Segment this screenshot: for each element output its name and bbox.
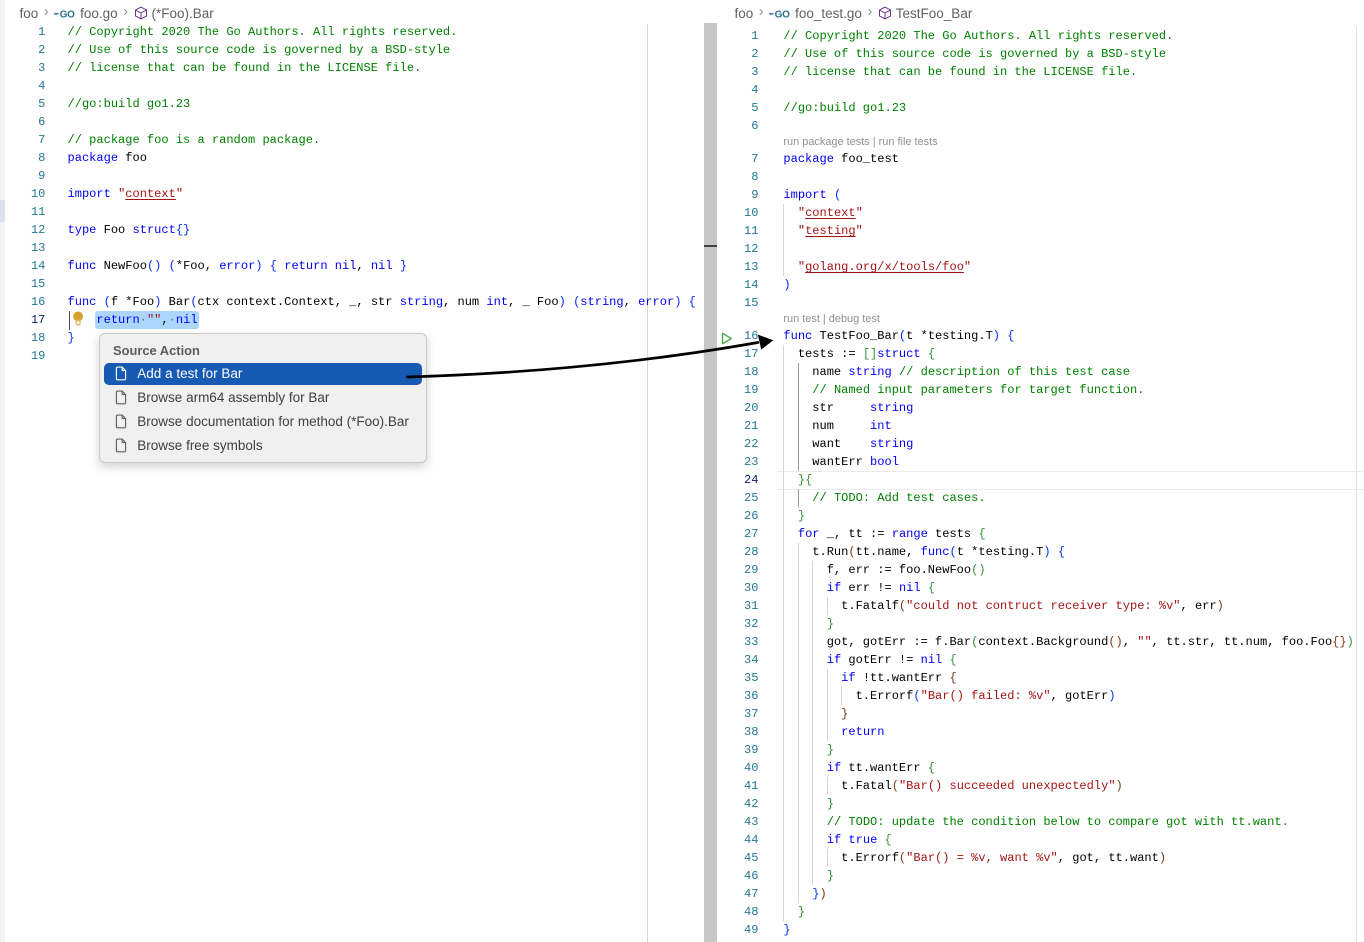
svg-text:GO: GO bbox=[775, 9, 790, 18]
svg-text:GO: GO bbox=[60, 9, 75, 18]
